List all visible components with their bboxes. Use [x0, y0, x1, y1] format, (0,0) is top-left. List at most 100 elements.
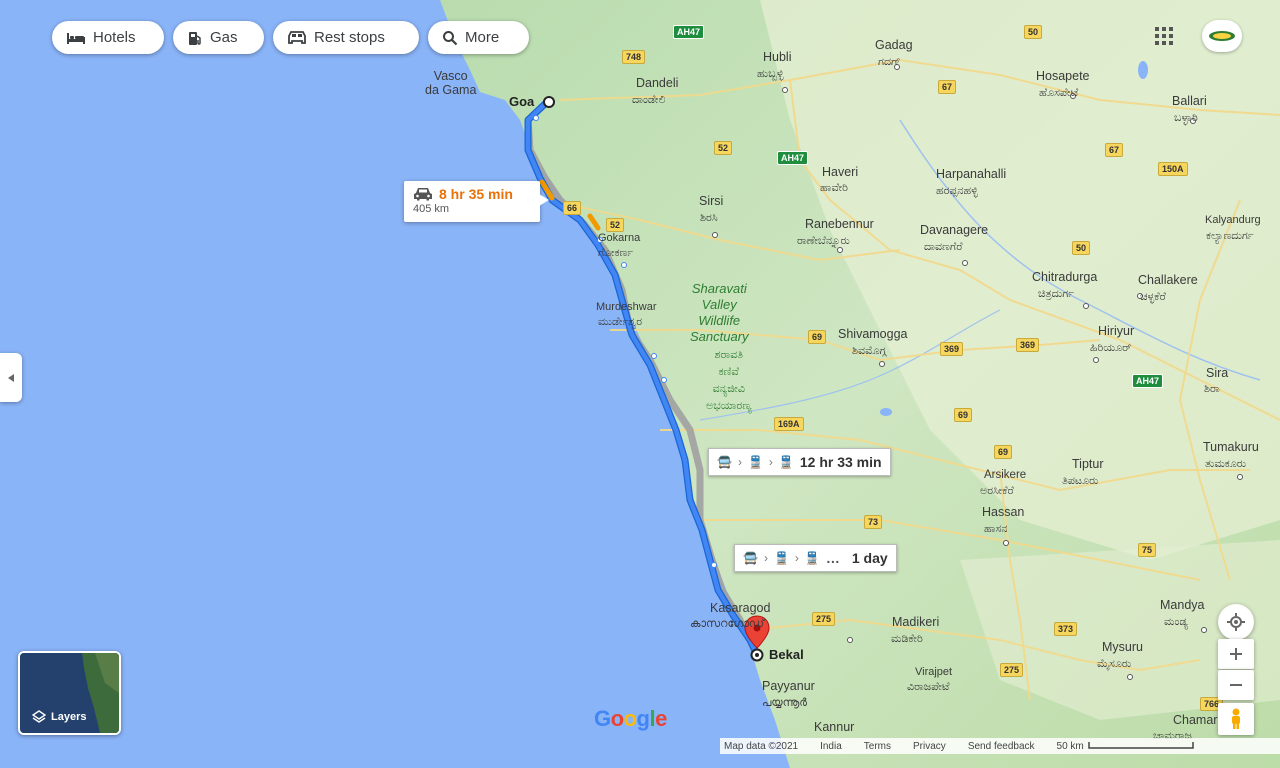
- place-hiriyur: Hiriyur: [1098, 324, 1135, 338]
- train-icon: 🚆: [804, 551, 820, 565]
- origin-marker[interactable]: [543, 96, 555, 108]
- street-view-pegman[interactable]: [1218, 703, 1254, 735]
- chevron-right-icon: ›: [737, 455, 742, 469]
- place-hosapete: Hosapete: [1036, 69, 1090, 83]
- shield-69: 69: [954, 408, 973, 422]
- shield-169a: 169A: [774, 417, 804, 431]
- shield-275: 275: [1000, 663, 1024, 677]
- place-sanctuary-kn: ಶರಾವತಿ ಕಣಿವೆ ವನ್ಯಜೀವಿ ಅಭಯಾರಣ್ಯ: [706, 349, 752, 412]
- train-icon: 🚆: [773, 551, 789, 565]
- shield-69: 69: [808, 330, 827, 344]
- zoom-in-button[interactable]: [1218, 639, 1254, 669]
- shield-52: 52: [714, 141, 733, 155]
- chevron-right-icon: ›: [768, 455, 773, 469]
- plus-icon: [1230, 648, 1242, 660]
- shield-75: 75: [1138, 543, 1157, 557]
- place-hiriyur-kn: ಹಿರಿಯೂರ್: [1090, 342, 1132, 354]
- place-mysuru-kn: ಮೈಸೂರು: [1097, 658, 1132, 670]
- place-gokarna: Gokarna: [598, 232, 641, 244]
- shield-ah47: AH47: [777, 151, 809, 165]
- transit-option-2[interactable]: 🚍 › 🚆 › 🚆 … 1 day: [734, 544, 897, 572]
- map-data-attribution: Map data ©2021: [724, 740, 799, 752]
- scale-bar[interactable]: 50 km: [1057, 741, 1194, 752]
- place-haveri-kn: ಹಾವೇರಿ: [820, 182, 848, 194]
- my-location-button[interactable]: [1218, 604, 1254, 640]
- place-hassan-kn: ಹಾಸನ: [984, 523, 1008, 535]
- scale-label: 50 km: [1056, 740, 1084, 752]
- gas-chip[interactable]: Gas: [173, 21, 264, 54]
- origin-label: Goa: [509, 94, 535, 109]
- place-sira: Sira: [1206, 366, 1229, 380]
- place-gadag-kn: ಗದಗ್: [878, 56, 901, 68]
- apps-grid-icon[interactable]: [1155, 27, 1173, 45]
- chevron-right-icon: ›: [763, 551, 768, 565]
- place-ballari: Ballari: [1172, 94, 1207, 108]
- collapse-panel-button[interactable]: [0, 353, 22, 402]
- place-davanagere-kn: ದಾವಣಗೆರೆ: [924, 241, 963, 253]
- triangle-left-icon: [8, 373, 14, 382]
- place-dandeli-kn: ದಾಂಡೇಲಿ: [632, 94, 666, 106]
- place-madikeri-kn: ಮಡಿಕೇರಿ: [891, 633, 923, 645]
- place-ranebennur: Ranebennur: [805, 217, 874, 231]
- place-virajpet-kn: ವಿರಾಜಪೇಟೆ: [907, 681, 950, 693]
- bus-icon: 🚍: [717, 455, 732, 469]
- region-link[interactable]: India: [820, 741, 842, 752]
- place-hubli-kn: ಹುಬ್ಬಳ್ಳಿ: [757, 68, 784, 80]
- place-davanagere: Davanagere: [920, 223, 989, 237]
- shield-ah47: AH47: [1132, 374, 1164, 388]
- privacy-link[interactable]: Privacy: [913, 741, 946, 752]
- car-icon: [414, 188, 432, 201]
- place-mandya: Mandya: [1160, 598, 1205, 612]
- chevron-right-icon: ›: [794, 551, 799, 565]
- layers-icon: [32, 710, 46, 723]
- gas-station-icon: [189, 31, 201, 45]
- place-mandya-kn: ಮಂಡ್ಯ: [1164, 616, 1188, 628]
- train-icon: 🚆: [747, 455, 763, 469]
- place-challakere: Challakere: [1138, 273, 1198, 287]
- drive-duration: 8 hr 35 min: [439, 186, 513, 202]
- place-ballari-kn: ಬಳ್ಳಾರಿ: [1174, 112, 1198, 124]
- shield-52: 52: [606, 218, 625, 232]
- bus-icon: 🚍: [743, 551, 758, 565]
- place-dandeli: Dandeli: [636, 76, 679, 90]
- place-haveri: Haveri: [822, 165, 859, 179]
- rest-stops-label: Rest stops: [314, 29, 385, 46]
- train-icon: 🚆: [778, 455, 794, 469]
- place-payyanur: Payyanur: [762, 679, 815, 693]
- place-arsikere: Arsikere: [984, 469, 1027, 481]
- place-hassan: Hassan: [982, 505, 1025, 519]
- shield-50: 50: [1072, 241, 1091, 255]
- map-footer: Map data ©2021 India Terms Privacy Send …: [720, 738, 1280, 754]
- place-chitradurga: Chitradurga: [1032, 270, 1098, 284]
- transit-more: …: [825, 550, 840, 566]
- place-harpanahalli: Harpanahalli: [936, 167, 1007, 181]
- shield-373: 373: [1054, 622, 1078, 636]
- rest-stops-chip[interactable]: Rest stops: [273, 21, 419, 54]
- place-gokarna-kn: ಗೋಕರ್ಣ: [598, 247, 634, 259]
- transit-option-1[interactable]: 🚍 › 🚆 › 🚆 12 hr 33 min: [708, 448, 891, 476]
- shield-369: 369: [940, 342, 964, 356]
- hotels-chip[interactable]: Hotels: [52, 21, 164, 54]
- place-sirsi-kn: ಶಿರಸಿ: [700, 212, 718, 224]
- search-icon: [443, 30, 458, 45]
- zoom-out-button[interactable]: [1218, 670, 1254, 700]
- place-shivamogga-kn: ಶಿವಮೊಗ್ಗ: [852, 345, 887, 357]
- place-tumakuru-kn: ತುಮಕೂರು: [1205, 458, 1247, 470]
- drive-time-callout[interactable]: 8 hr 35 min 405 km: [404, 181, 540, 222]
- map-canvas[interactable]: [0, 0, 1280, 768]
- hotels-label: Hotels: [93, 29, 136, 46]
- pegman-icon: [1232, 708, 1240, 729]
- place-tumakuru: Tumakuru: [1203, 440, 1259, 454]
- account-avatar[interactable]: [1202, 20, 1242, 52]
- place-kalyandurg-kn: ಕಲ್ಯಾಣದುರ್ಗ: [1206, 230, 1254, 242]
- layers-button[interactable]: Layers: [18, 651, 121, 735]
- send-feedback-link[interactable]: Send feedback: [968, 741, 1035, 752]
- terms-link[interactable]: Terms: [864, 741, 891, 752]
- place-mysuru: Mysuru: [1102, 640, 1143, 654]
- more-chip[interactable]: More: [428, 21, 529, 54]
- shield-73: 73: [864, 515, 883, 529]
- place-tiptur-kn: ತಿಪಟೂರು: [1062, 475, 1099, 487]
- lake: [1138, 61, 1148, 79]
- transit-duration-2: 1 day: [851, 550, 888, 566]
- google-logo: Google: [594, 706, 667, 731]
